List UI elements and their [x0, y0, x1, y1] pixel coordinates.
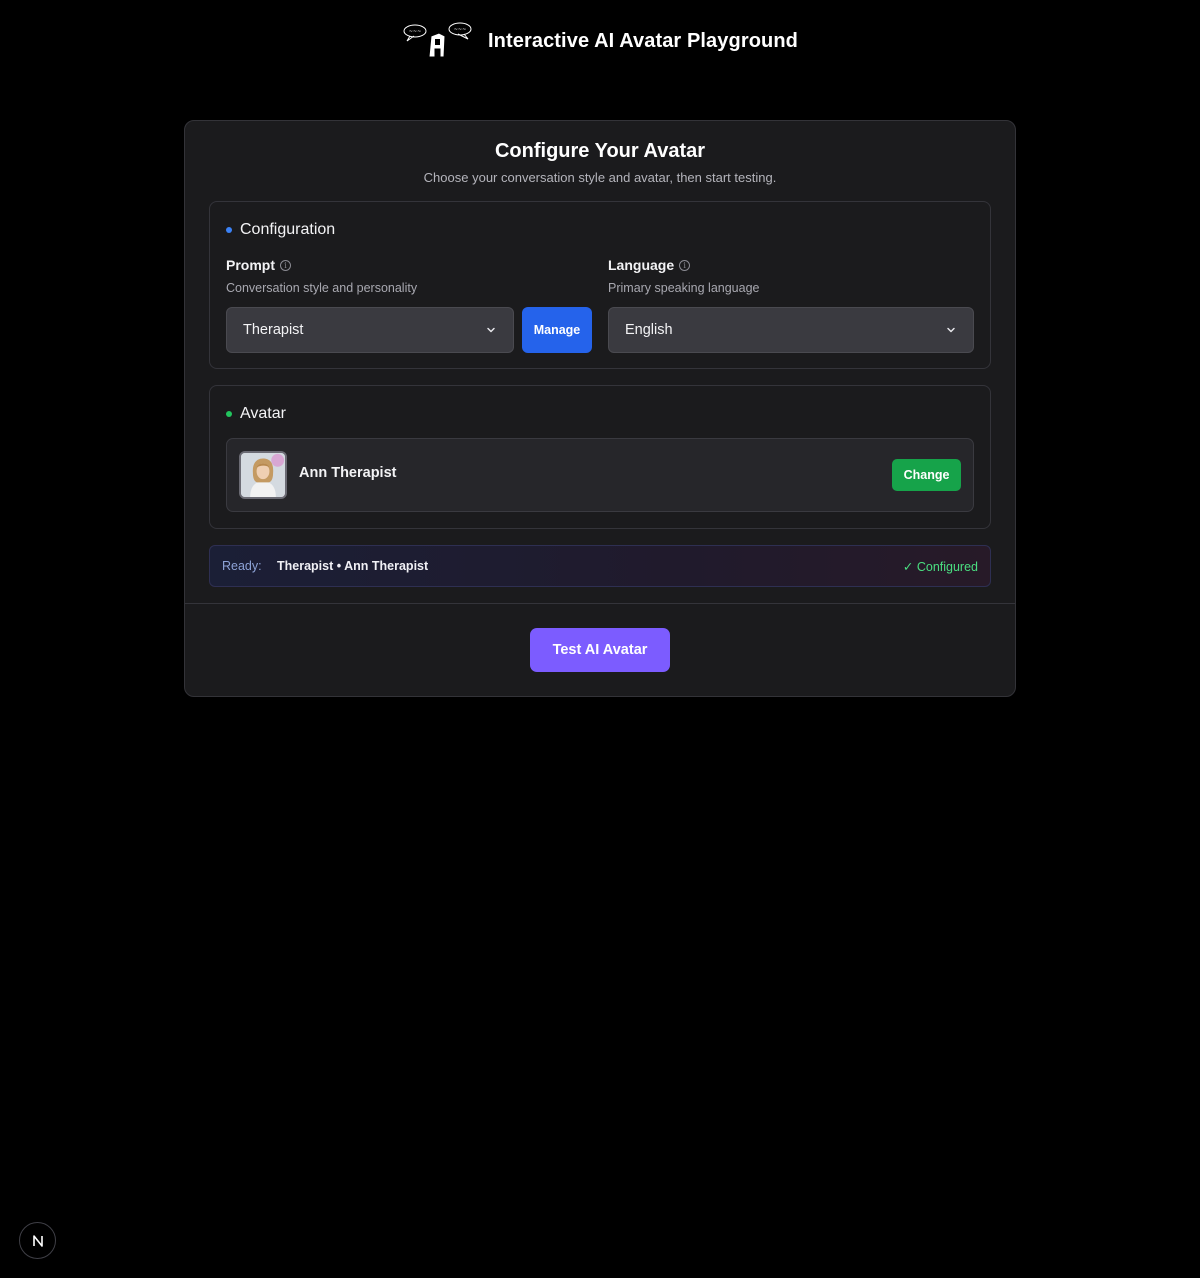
language-label: Language i [608, 256, 974, 274]
avatar-title-label: Avatar [240, 405, 286, 422]
card-title: Configure Your Avatar [494, 140, 706, 162]
app-title: Interactive AI Avatar Playground [488, 29, 798, 52]
test-ai-avatar-button[interactable]: Test AI Avatar [530, 628, 670, 672]
chevron-down-icon [487, 327, 495, 333]
language-label-text: Language [608, 257, 675, 273]
ready-label: Ready: [222, 559, 262, 573]
prompt-select[interactable]: Therapist [226, 307, 514, 353]
language-help: Primary speaking language [608, 281, 760, 295]
n-logo-icon [32, 1234, 43, 1247]
configuration-title: Configuration [226, 221, 335, 239]
header: ~~~ ~~~ Interactive AI Avatar Playground [0, 18, 1200, 64]
blue-dot-icon [226, 227, 232, 233]
logo-icon: ~~~ ~~~ [403, 22, 472, 58]
configure-card: Configure Your Avatar Choose your conver… [184, 120, 1016, 697]
language-selected-value: English [625, 322, 673, 338]
n-badge-button[interactable] [19, 1222, 56, 1259]
language-select[interactable]: English [608, 307, 974, 353]
ready-summary: Therapist • Ann Therapist [277, 559, 429, 573]
manage-button[interactable]: Manage [522, 307, 592, 353]
language-field: Language i Primary speaking language Eng… [608, 256, 974, 353]
divider [185, 603, 1015, 604]
avatar-title: Avatar [226, 405, 286, 423]
selected-avatar-row: Ann Therapist Change [226, 438, 974, 512]
configured-status: ✓ Configured [902, 560, 978, 574]
avatar-name: Ann Therapist [299, 465, 397, 481]
prompt-field: Prompt i Conversation style and personal… [226, 256, 592, 353]
configuration-title-label: Configuration [240, 221, 336, 238]
svg-text:~~~: ~~~ [454, 27, 467, 33]
prompt-help: Conversation style and personality [226, 281, 418, 295]
avatar-thumbnail [239, 451, 287, 499]
configuration-section: Configuration Prompt i Conversation styl… [209, 201, 991, 369]
avatar-portrait-icon [241, 453, 285, 497]
ready-status-bar: Ready: Therapist • Ann Therapist ✓ Confi… [209, 545, 991, 587]
avatar-section: Avatar Ann Therapist Change [209, 385, 991, 529]
change-avatar-button[interactable]: Change [892, 459, 961, 491]
card-header: Configure Your Avatar Choose your conver… [185, 139, 1015, 186]
card-subtitle: Choose your conversation style and avata… [423, 170, 777, 185]
prompt-label: Prompt i [226, 256, 592, 274]
chevron-down-icon [947, 327, 955, 333]
info-icon[interactable]: i [679, 259, 691, 271]
prompt-selected-value: Therapist [243, 322, 304, 338]
prompt-label-text: Prompt [226, 257, 275, 273]
page: ~~~ ~~~ Interactive AI Avatar Playground… [0, 0, 1200, 1278]
green-dot-icon [226, 411, 232, 417]
svg-text:~~~: ~~~ [409, 29, 422, 35]
info-icon[interactable]: i [280, 259, 291, 271]
